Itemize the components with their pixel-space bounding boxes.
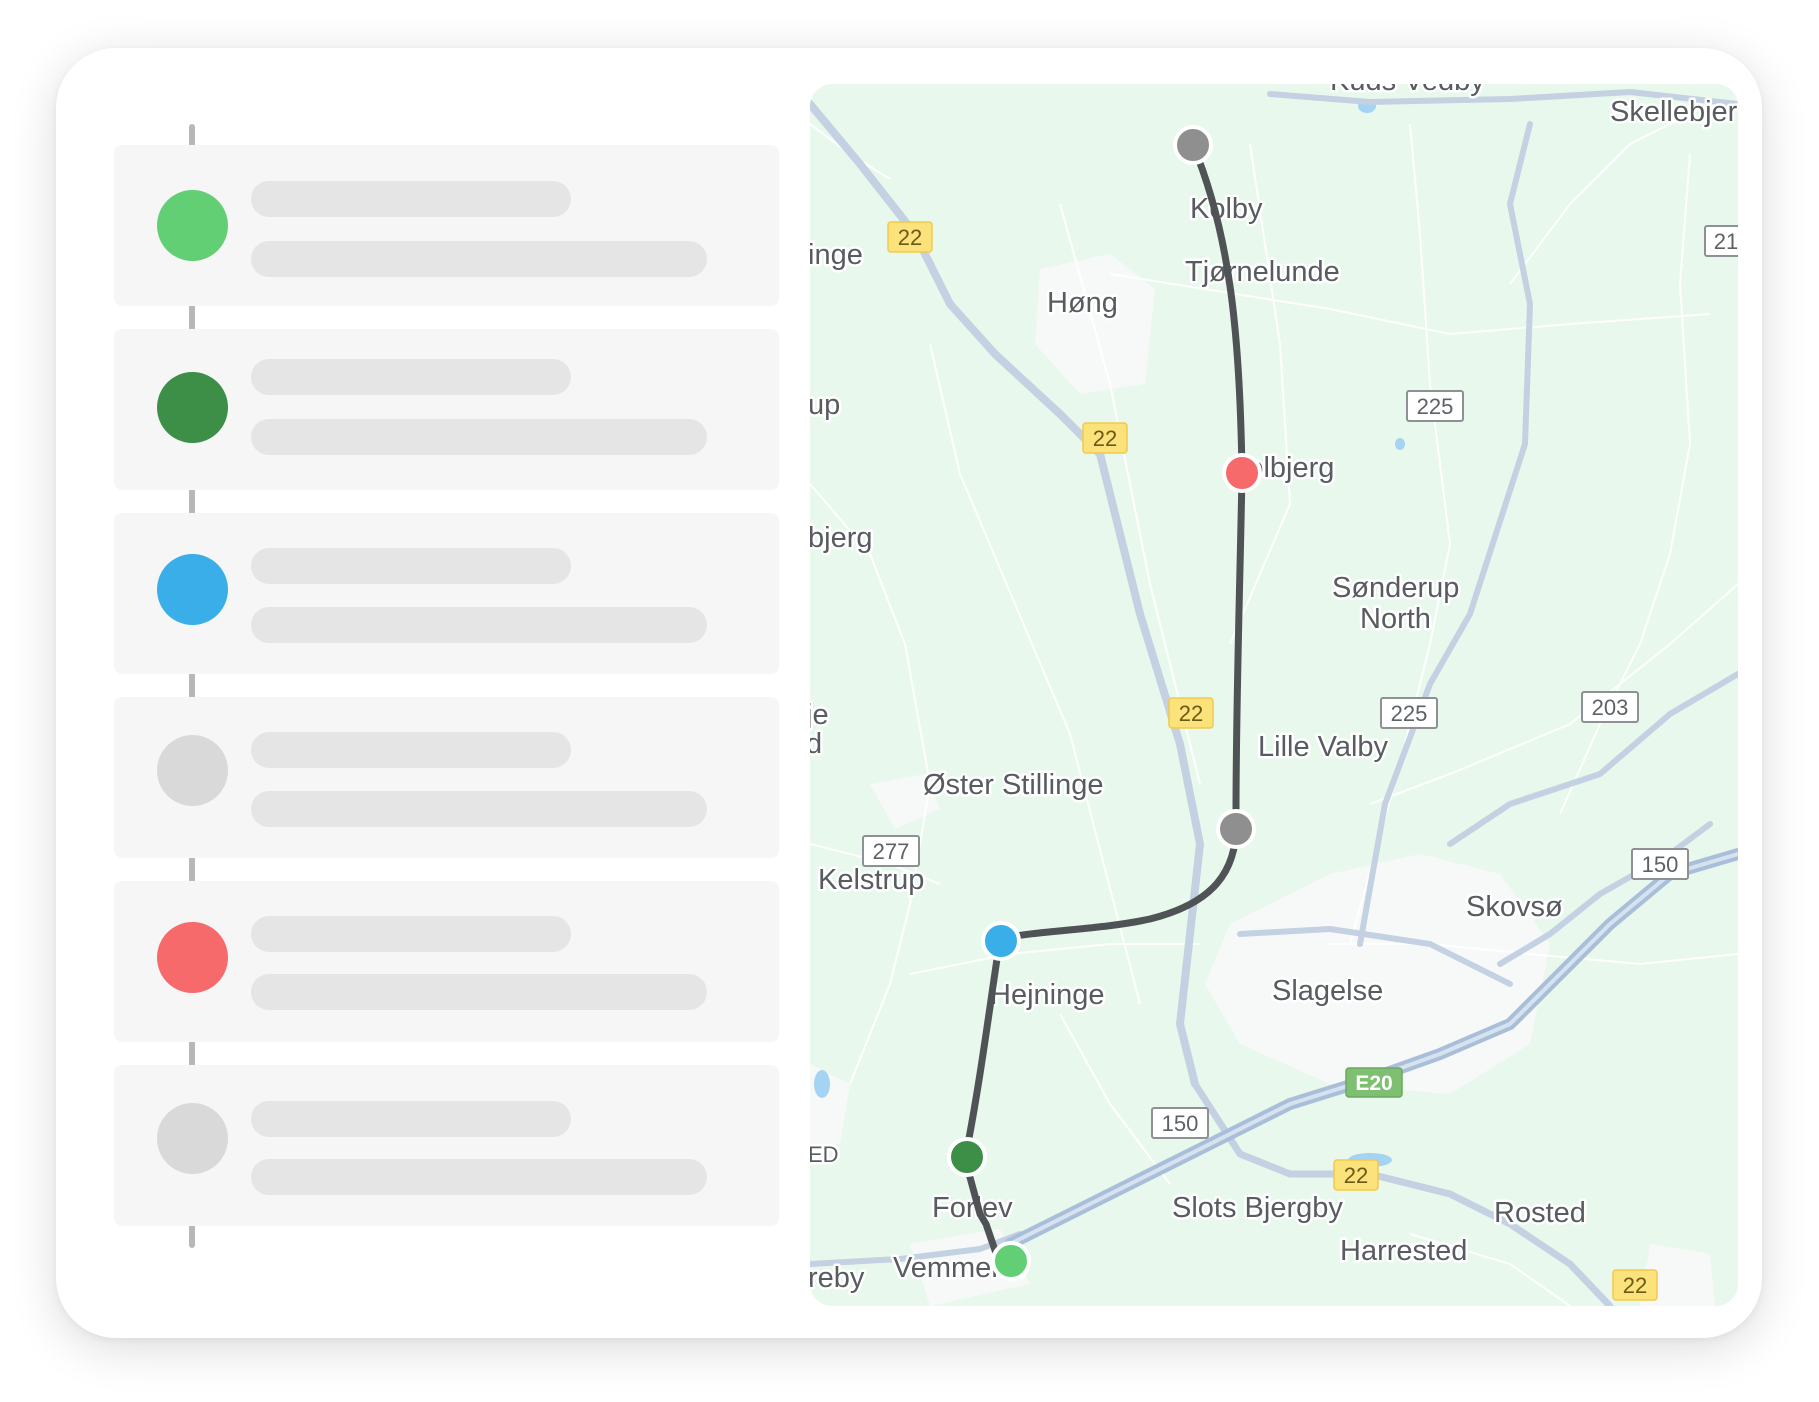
map-canvas[interactable]: Kuds Vedby Skellebjer Kolby Tjørnelunde … — [810, 84, 1738, 1306]
timeline-dot-1 — [157, 190, 228, 261]
road-shield-21: 21 — [1704, 225, 1738, 257]
place-label-d: d — [810, 728, 822, 760]
text-placeholder-subtitle — [251, 974, 707, 1010]
road-shield-22: 22 — [1082, 422, 1128, 454]
text-placeholder-subtitle — [251, 419, 707, 455]
route-stop-3[interactable] — [1216, 809, 1256, 849]
place-label-sonderup: Sønderup — [1332, 572, 1459, 604]
text-placeholder-title — [251, 732, 571, 768]
place-label-skovso: Skovsø — [1466, 891, 1563, 923]
text-placeholder-title — [251, 916, 571, 952]
road-shield-22: 22 — [1333, 1159, 1379, 1191]
svg-text:150: 150 — [1642, 852, 1679, 877]
text-placeholder-subtitle — [251, 1159, 707, 1195]
timeline-dot-6 — [157, 1103, 228, 1174]
svg-text:277: 277 — [873, 839, 910, 864]
route-map[interactable]: Kuds Vedby Skellebjer Kolby Tjørnelunde … — [810, 84, 1738, 1306]
text-placeholder-title — [251, 548, 571, 584]
place-label-hejninge: Hejninge — [990, 979, 1104, 1011]
place-label-bjerg: bjerg — [810, 522, 873, 554]
svg-text:22: 22 — [1344, 1163, 1368, 1188]
svg-text:225: 225 — [1391, 701, 1428, 726]
place-label-rosted: Rosted — [1494, 1197, 1586, 1229]
route-225-road — [1357, 121, 1533, 947]
pond — [814, 1070, 830, 1098]
place-label-slots-bjergby: Slots Bjergby — [1172, 1192, 1343, 1224]
hong-town-area — [1035, 254, 1155, 394]
road-shield-150: 150 — [1151, 1107, 1209, 1139]
place-label-inge: inge — [810, 239, 863, 271]
timeline-dot-3 — [157, 554, 228, 625]
road-shield-22: 22 — [1168, 697, 1214, 729]
svg-text:22: 22 — [1093, 426, 1117, 451]
road-shield-22: 22 — [887, 221, 933, 253]
place-label-slagelse: Slagelse — [1272, 975, 1383, 1007]
place-label-oster-stillinge: Øster Stillinge — [923, 769, 1104, 801]
slagelse-town-area — [1205, 854, 1550, 1094]
text-placeholder-subtitle — [251, 241, 707, 277]
place-label-kelstrup: Kelstrup — [818, 864, 924, 896]
place-label-skellebjerg: Skellebjer — [1610, 96, 1738, 128]
route-stop-4[interactable] — [981, 921, 1021, 961]
road — [1349, 123, 1452, 945]
road — [1509, 103, 1711, 285]
timeline-dot-5 — [157, 922, 228, 993]
text-placeholder-title — [251, 181, 571, 217]
text-placeholder-title — [251, 359, 571, 395]
road-shield-225: 225 — [1406, 390, 1464, 422]
place-label-ed: ED — [810, 1142, 839, 1167]
route-stop-start[interactable] — [1173, 125, 1213, 165]
place-label-reby: reby — [810, 1262, 865, 1294]
svg-text:225: 225 — [1417, 394, 1454, 419]
svg-text:E20: E20 — [1355, 1072, 1392, 1095]
svg-text:21: 21 — [1714, 229, 1738, 254]
timeline-row-4[interactable] — [114, 697, 779, 858]
svg-text:150: 150 — [1162, 1111, 1199, 1136]
road — [1059, 1013, 1171, 1185]
road-shield-150: 150 — [1631, 848, 1689, 880]
road — [909, 943, 1200, 975]
timeline-dot-4 — [157, 735, 228, 806]
svg-text:22: 22 — [1623, 1273, 1647, 1298]
text-placeholder-subtitle — [251, 791, 707, 827]
svg-text:22: 22 — [898, 225, 922, 250]
timeline-row-5[interactable] — [114, 881, 779, 1042]
text-placeholder-title — [251, 1101, 571, 1137]
place-label-harrested: Harrested — [1340, 1235, 1467, 1267]
svg-text:22: 22 — [1179, 701, 1203, 726]
road-shield-225: 225 — [1380, 697, 1438, 729]
road-shield-203: 203 — [1581, 691, 1639, 723]
place-label-tjornelunde: Tjørnelunde — [1185, 256, 1340, 288]
timeline-dot-2 — [157, 372, 228, 443]
place-label-up: up — [810, 389, 840, 421]
pond — [1395, 438, 1405, 450]
route-stop-end[interactable] — [991, 1241, 1031, 1281]
place-label-lille-valby: Lille Valby — [1258, 731, 1389, 763]
place-label-je: je — [810, 699, 829, 731]
svg-text:203: 203 — [1592, 695, 1629, 720]
route-timeline — [114, 124, 779, 1248]
road-shield-e20: E20 — [1345, 1067, 1403, 1098]
road-shield-277: 277 — [862, 835, 920, 867]
timeline-row-1[interactable] — [114, 145, 779, 306]
timeline-row-2[interactable] — [114, 329, 779, 490]
place-label-kolby: Kolby — [1190, 193, 1263, 225]
timeline-row-6[interactable] — [114, 1065, 779, 1226]
place-label-kuds-vedby: Kuds Vedby — [1330, 84, 1485, 97]
route-stop-2[interactable] — [1222, 453, 1262, 493]
route-stop-5[interactable] — [947, 1137, 987, 1177]
place-label-hong: Høng — [1047, 287, 1118, 319]
place-label-north: North — [1360, 603, 1431, 635]
road-shield-22: 22 — [1612, 1269, 1658, 1301]
timeline-row-3[interactable] — [114, 513, 779, 674]
text-placeholder-subtitle — [251, 607, 707, 643]
